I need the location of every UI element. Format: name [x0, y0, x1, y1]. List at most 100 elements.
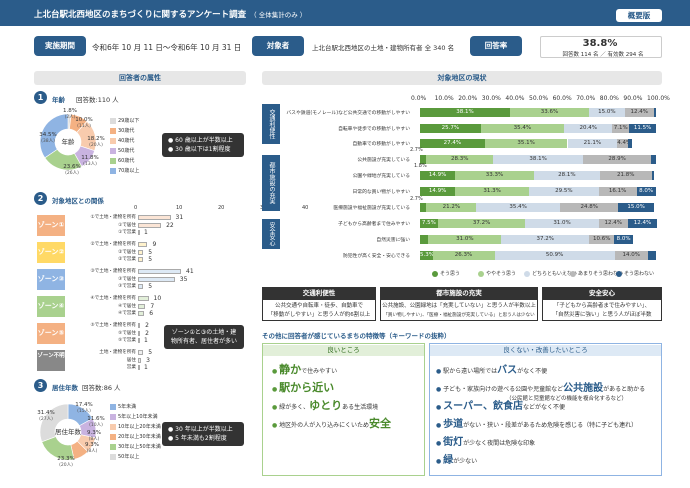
residence-slice-count: (27人) [39, 416, 53, 422]
relation-bar [138, 257, 144, 262]
residence-note-1: ● 30 年以上が半数以上 [168, 426, 233, 433]
bad-keyword-line: ● 街灯が少なく夜間は危険な印象 [436, 433, 535, 448]
residence-legend-label: 50年以上 [118, 454, 140, 460]
good-head: 良いところ [263, 345, 424, 356]
page-title: 上北台駅北西地区のまちづくりに関するアンケート調査（ 全体集計のみ ） [34, 8, 306, 20]
good-keyword: 駅から近い [279, 381, 335, 394]
age-note-2: ● 30 歳以下は1割程度 [168, 146, 231, 153]
chart-bar-segment: 16.1% [598, 187, 637, 196]
chart-bar-segment: 33.3% [455, 171, 534, 180]
bad-keyword-line: ● 駅から遠い場所ではバスがなく不便 [436, 361, 547, 376]
x-tick-label: 10.0% [434, 95, 454, 102]
age-legend-label: 50歳代 [118, 148, 135, 154]
relation-bar [138, 338, 140, 343]
chart-bar-segment [651, 155, 656, 164]
relation-bar-label: ⑤で土地・建物を所有 [90, 323, 136, 328]
chart-bar-segment [653, 108, 656, 117]
chart-bar-segment: 29.5% [529, 187, 599, 196]
relation-bar-label: ①で居住 [118, 222, 136, 228]
chart-bar-segment: 35.4% [476, 203, 560, 212]
residence-legend-swatch [110, 443, 116, 450]
residence-slice-label: 17.4% [75, 402, 92, 408]
relation-bar-value: 22 [166, 221, 174, 229]
relation-bar-label: 土地・建物を所有 [99, 350, 136, 355]
chart-bar-segment: 10.6% [589, 235, 615, 244]
chart-category-label: 公園や緑地が充実している [352, 174, 410, 179]
chart-category-label: バスや鉄道(モノレール)など公共交通での移動がしやすい [286, 111, 410, 116]
relation-bar-value: 5 [148, 283, 153, 290]
residence-title: 居住年数 [52, 384, 78, 392]
age-legend-item: 50歳代 [110, 147, 134, 154]
residence-slice-label: 23.3% [57, 456, 74, 462]
relation-bar-value: 2 [145, 322, 149, 329]
chart-bar-segment: 7.1% [612, 124, 630, 133]
chart-bar-segment: 7.5% [420, 219, 438, 228]
good-keyword-line: ● 緑が多く、ゆとりある生活環境 [272, 397, 378, 413]
bad-keyword: 公共施設 [563, 383, 604, 394]
chart-bar-segment: 14.9% [420, 171, 456, 180]
residence-notes: ● 30 年以上が半数以上 ● 5 年未満も2割程度 [162, 422, 244, 446]
age-slice-label: 34.5% [39, 132, 56, 138]
good-keyword: 安全 [369, 417, 392, 430]
x-tick-label: 30.0% [481, 95, 501, 102]
age-notes: ● 60 歳以上が半数以上 ● 30 歳以下は1割程度 [162, 133, 244, 157]
response-label: 回答率 [470, 36, 522, 56]
keywords-title: その他に回答者が感じているまちの特徴等（キーワードの抜粋） [262, 332, 451, 340]
chart-legend-label: そう思う [440, 271, 461, 277]
relation-bar [138, 323, 141, 328]
relation-bar-label: ③で土地・建物を所有 [90, 269, 136, 274]
relation-bar-value: 9 [152, 241, 157, 248]
relation-bar-value: 1 [144, 364, 148, 371]
chart-legend-swatch [616, 270, 622, 277]
chart-category-label: 防犯性が高く安全・安心できる [342, 254, 410, 259]
residence-slice-label: 31.4% [37, 410, 54, 416]
relation-bar-label: ⑤で営業 [118, 338, 136, 343]
relation-title: 対象地区との関係 [52, 197, 104, 205]
finding-body: 「子どもから高齢者まで住みやすい」、 「自然災害に強い」と思う人がほぼ半数 [542, 299, 662, 321]
age-slice-count: (13人) [83, 161, 97, 167]
residence-slice-count: (15人) [77, 408, 91, 414]
age-note-1: ● 60 歳以上が半数以上 [168, 137, 233, 144]
response-rate: 38.8% [582, 38, 618, 49]
chart-legend-label: ややそう思う [486, 271, 517, 277]
chart-category-label: 公共施設が充実している [357, 158, 410, 163]
good-keyword-line: ● 駅から近い [272, 379, 334, 395]
finding-body: 公共施設、公園緑地は「充実していない」と思う人が半数以上 「買い物しやすい」、「医… [380, 299, 538, 321]
age-legend-label: 40歳代 [118, 138, 135, 144]
x-tick-label: 100.0% [647, 95, 670, 102]
chart-bar-segment: 24.8% [559, 203, 619, 212]
finding-line: 「買い物しやすい」、「医療・福祉施設が充実している」と思う人は少ない [383, 313, 535, 318]
age-legend-item: 29歳以下 [110, 117, 139, 124]
residence-legend-item: 50年以上 [110, 453, 139, 460]
residence-slice-label: 9.3% [87, 430, 101, 436]
age-slice-label: 11.8% [81, 155, 98, 161]
age-legend-item: 70歳以上 [110, 167, 139, 174]
residence-number: 3 [34, 379, 47, 392]
good-keyword: ゆとり [309, 399, 343, 412]
chart-legend-item: どちらともいえない [524, 270, 577, 277]
chart-bar-segment: 31.0% [428, 235, 502, 244]
relation-bar-label: ②で土地・建物を所有 [90, 242, 136, 247]
finding-line: 公共交通や自転車・徒歩、自動車で [274, 303, 363, 309]
age-legend-label: 29歳以下 [118, 118, 140, 124]
relation-bar-value: 6 [149, 310, 154, 317]
relation-bar-value: 5 [148, 248, 153, 256]
relation-bar-label: ②で居住 [118, 249, 136, 255]
finding-head: 交通利便性 [262, 287, 376, 299]
x-tick-label: 90.0% [623, 95, 643, 102]
age-slice-count: (20人) [89, 142, 103, 148]
status-section-title: 対象地区の現状 [262, 71, 662, 85]
chart-bar-segment: 15.0% [589, 108, 625, 117]
summary-badge: 概要版 [616, 9, 662, 22]
good-keyword-pre: 地区外の人が入り込みにくいため [279, 422, 370, 429]
age-slice-label: 23.6% [63, 164, 80, 170]
chart-bar-segment: 33.6% [509, 108, 590, 117]
chart-side-label: 2.7% [410, 147, 423, 153]
chart-legend-swatch [570, 270, 576, 277]
age-slice-count: (2人) [65, 114, 76, 120]
target-value: 上北台駅北西地区の土地・建物所有者 全 340 名 [312, 44, 455, 52]
x-tick-label: 70.0% [576, 95, 596, 102]
chart-bar-segment: 50.9% [494, 251, 615, 260]
bad-keyword-pre: 駅から遠い場所では [443, 368, 498, 375]
age-title: 年齢 [52, 96, 65, 104]
